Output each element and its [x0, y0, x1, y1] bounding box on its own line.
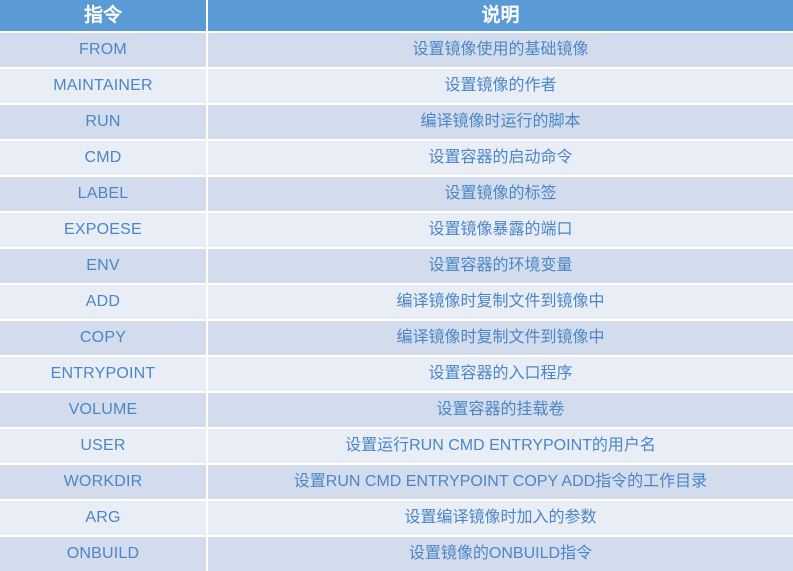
cell-description: 设置容器的环境变量	[208, 247, 793, 283]
table-row: ENV 设置容器的环境变量	[0, 247, 793, 283]
cell-description: 设置RUN CMD ENTRYPOINT COPY ADD指令的工作目录	[208, 463, 793, 499]
table-row: EXPOESE 设置镜像暴露的端口	[0, 211, 793, 247]
table-row: ARG 设置编译镜像时加入的参数	[0, 499, 793, 535]
cell-command: CMD	[0, 139, 208, 175]
cell-description: 设置运行RUN CMD ENTRYPOINT的用户名	[208, 427, 793, 463]
cell-command: EXPOESE	[0, 211, 208, 247]
cell-description: 设置镜像的作者	[208, 67, 793, 103]
cell-description: 编译镜像时复制文件到镜像中	[208, 319, 793, 355]
cell-command: WORKDIR	[0, 463, 208, 499]
table-body: FROM 设置镜像使用的基础镜像 MAINTAINER 设置镜像的作者 RUN 编译镜像时…	[0, 31, 793, 571]
cell-description: 设置编译镜像时加入的参数	[208, 499, 793, 535]
table-header: 指令 说明	[0, 0, 793, 31]
table-row: ENTRYPOINT 设置容器的入口程序	[0, 355, 793, 391]
dockerfile-instruction-table: 指令 说明 FROM 设置镜像使用的基础镜像 MAINTAINER 设置镜像的作者 RU…	[0, 0, 793, 571]
cell-description: 设置镜像的标签	[208, 175, 793, 211]
column-header-command: 指令	[0, 0, 208, 31]
cell-description: 设置容器的启动命令	[208, 139, 793, 175]
table-row: COPY 编译镜像时复制文件到镜像中	[0, 319, 793, 355]
table-row: CMD 设置容器的启动命令	[0, 139, 793, 175]
cell-command: RUN	[0, 103, 208, 139]
cell-command: VOLUME	[0, 391, 208, 427]
cell-description: 编译镜像时复制文件到镜像中	[208, 283, 793, 319]
cell-description: 设置容器的挂载卷	[208, 391, 793, 427]
cell-description: 设置镜像的ONBUILD指令	[208, 535, 793, 571]
table-row: FROM 设置镜像使用的基础镜像	[0, 31, 793, 67]
cell-command: ADD	[0, 283, 208, 319]
cell-description: 设置镜像使用的基础镜像	[208, 31, 793, 67]
cell-command: ENV	[0, 247, 208, 283]
cell-description: 设置容器的入口程序	[208, 355, 793, 391]
table-row: MAINTAINER 设置镜像的作者	[0, 67, 793, 103]
table-row: WORKDIR 设置RUN CMD ENTRYPOINT COPY ADD指令的工…	[0, 463, 793, 499]
table-header-row: 指令 说明	[0, 0, 793, 31]
table-row: LABEL 设置镜像的标签	[0, 175, 793, 211]
table-row: VOLUME 设置容器的挂载卷	[0, 391, 793, 427]
cell-command: ARG	[0, 499, 208, 535]
cell-command: ENTRYPOINT	[0, 355, 208, 391]
table-row: ONBUILD 设置镜像的ONBUILD指令	[0, 535, 793, 571]
cell-command: USER	[0, 427, 208, 463]
column-header-description: 说明	[208, 0, 793, 31]
table-row: RUN 编译镜像时运行的脚本	[0, 103, 793, 139]
table-row: ADD 编译镜像时复制文件到镜像中	[0, 283, 793, 319]
cell-command: ONBUILD	[0, 535, 208, 571]
cell-description: 编译镜像时运行的脚本	[208, 103, 793, 139]
cell-command: COPY	[0, 319, 208, 355]
cell-command: MAINTAINER	[0, 67, 208, 103]
cell-command: LABEL	[0, 175, 208, 211]
cell-command: FROM	[0, 31, 208, 67]
cell-description: 设置镜像暴露的端口	[208, 211, 793, 247]
table-row: USER 设置运行RUN CMD ENTRYPOINT的用户名	[0, 427, 793, 463]
dockerfile-instruction-table-container: 指令 说明 FROM 设置镜像使用的基础镜像 MAINTAINER 设置镜像的作者 RU…	[0, 0, 793, 571]
